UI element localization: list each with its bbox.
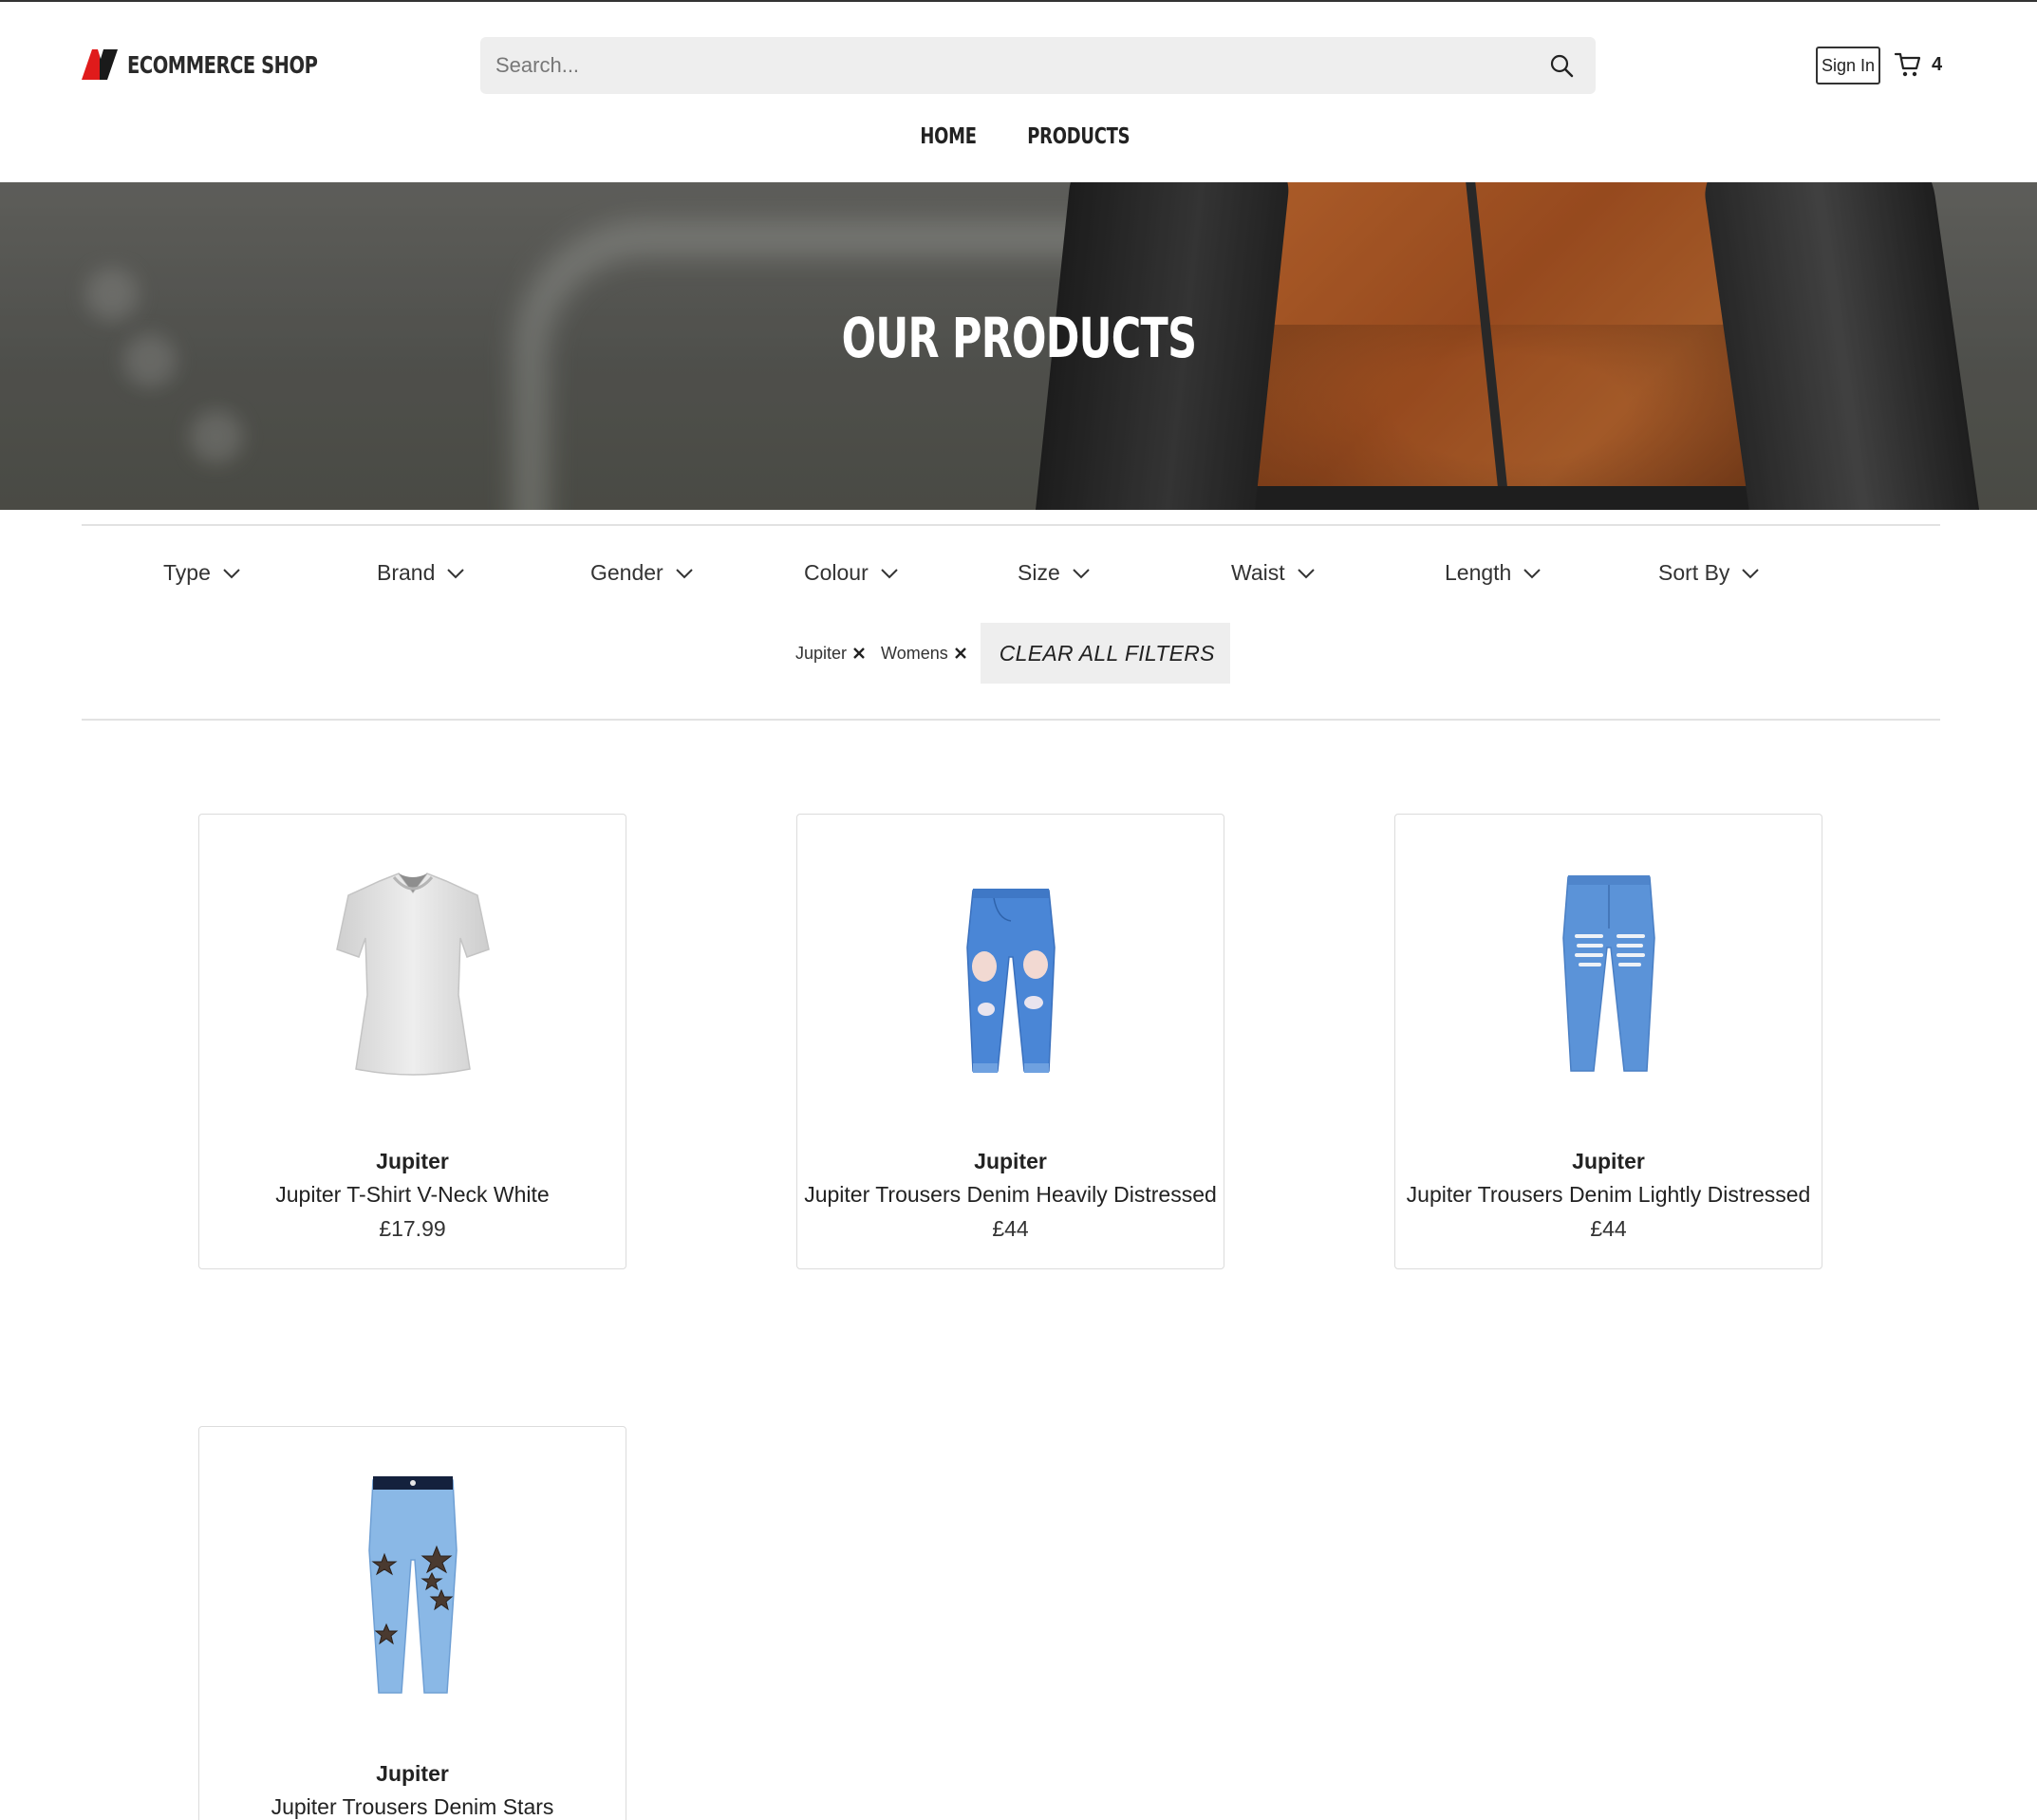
filter-waist[interactable]: Waist xyxy=(1231,560,1445,586)
chevron-down-icon xyxy=(1742,568,1760,578)
star-jeans-icon xyxy=(367,1476,458,1694)
product-name[interactable]: Jupiter Trousers Denim Lightly Distresse… xyxy=(1395,1182,1822,1208)
product-brand: Jupiter xyxy=(376,1761,449,1786)
filter-brand[interactable]: Brand xyxy=(377,560,590,586)
filter-bar: Type Brand Gender Colour Size Waist Leng… xyxy=(163,560,1872,586)
product-name[interactable]: Jupiter T-Shirt V-Neck White xyxy=(199,1182,626,1208)
main-nav: HOME PRODUCTS xyxy=(0,124,2037,149)
chip-label: Womens xyxy=(881,643,948,663)
top-border xyxy=(0,0,2037,2)
page-title: OUR PRODUCTS xyxy=(0,306,2037,370)
chip-label: Jupiter xyxy=(795,643,848,663)
product-name[interactable]: Jupiter Trousers Denim Heavily Distresse… xyxy=(797,1182,1224,1208)
filters-bottom-divider xyxy=(82,719,1940,721)
tshirt-icon xyxy=(335,872,490,1076)
search-icon[interactable] xyxy=(1548,52,1575,79)
filter-gender[interactable]: Gender xyxy=(590,560,804,586)
filter-type[interactable]: Type xyxy=(163,560,377,586)
product-image xyxy=(199,843,626,1090)
product-image xyxy=(797,843,1224,1090)
chevron-down-icon xyxy=(1297,568,1315,578)
product-card[interactable]: Jupiter Jupiter T-Shirt V-Neck White £17… xyxy=(198,814,626,1269)
chevron-down-icon xyxy=(676,568,693,578)
product-brand: Jupiter xyxy=(974,1149,1047,1173)
cart-icon xyxy=(1894,52,1921,77)
product-card[interactable]: Jupiter Jupiter Trousers Denim Lightly D… xyxy=(1394,814,1822,1269)
product-image xyxy=(1395,843,1822,1090)
filter-label: Waist xyxy=(1231,560,1285,585)
chevron-down-icon xyxy=(447,568,465,578)
distressed-jeans-icon xyxy=(1561,875,1655,1072)
product-card[interactable]: Jupiter Jupiter Trousers Denim Stars xyxy=(198,1426,626,1820)
chevron-down-icon xyxy=(881,568,898,578)
nav-home[interactable]: HOME xyxy=(920,124,977,149)
filter-label: Sort By xyxy=(1658,560,1730,585)
product-price: £44 xyxy=(992,1216,1029,1241)
product-image xyxy=(199,1455,626,1702)
filter-label: Gender xyxy=(590,560,663,585)
product-name[interactable]: Jupiter Trousers Denim Stars xyxy=(199,1794,626,1820)
close-icon[interactable] xyxy=(852,647,866,660)
filter-label: Type xyxy=(163,560,211,585)
filter-label: Colour xyxy=(804,560,869,585)
close-icon[interactable] xyxy=(954,647,967,660)
nav-products[interactable]: PRODUCTS xyxy=(1027,124,1130,149)
filter-label: Brand xyxy=(377,560,436,585)
hero-banner: OUR PRODUCTS xyxy=(0,182,2037,510)
filter-size[interactable]: Size xyxy=(1018,560,1231,586)
filter-label: Length xyxy=(1445,560,1512,585)
active-filter-chip-womens[interactable]: Womens xyxy=(881,644,967,664)
chevron-down-icon xyxy=(223,568,240,578)
search-bar xyxy=(480,37,1596,94)
site-logo[interactable]: ECOMMERCE SHOP xyxy=(82,49,371,80)
product-brand: Jupiter xyxy=(1572,1149,1645,1173)
active-filter-chip-jupiter[interactable]: Jupiter xyxy=(795,644,866,664)
filter-sort-by[interactable]: Sort By xyxy=(1658,560,1872,586)
filter-label: Size xyxy=(1018,560,1060,585)
page-title-text: OUR PRODUCTS xyxy=(841,306,1196,370)
active-filters: Jupiter Womens CLEAR ALL FILTERS xyxy=(795,623,1230,684)
cart-button[interactable]: 4 xyxy=(1894,50,1942,79)
cart-count: 4 xyxy=(1932,53,1943,75)
product-card[interactable]: Jupiter Jupiter Trousers Denim Heavily D… xyxy=(796,814,1224,1269)
filter-length[interactable]: Length xyxy=(1445,560,1658,586)
product-price: £44 xyxy=(1590,1216,1627,1241)
logo-mark-icon xyxy=(82,49,118,80)
distressed-jeans-icon xyxy=(965,889,1056,1073)
clear-all-filters-button[interactable]: CLEAR ALL FILTERS xyxy=(980,623,1230,684)
chevron-down-icon xyxy=(1073,568,1090,578)
filters-top-divider xyxy=(82,524,1940,526)
search-input[interactable] xyxy=(495,37,1521,94)
product-price: £17.99 xyxy=(379,1216,446,1241)
chevron-down-icon xyxy=(1523,568,1542,578)
filter-colour[interactable]: Colour xyxy=(804,560,1018,586)
brand-name: ECOMMERCE SHOP xyxy=(127,50,318,79)
sign-in-button[interactable]: Sign In xyxy=(1816,47,1880,84)
product-brand: Jupiter xyxy=(376,1149,449,1173)
